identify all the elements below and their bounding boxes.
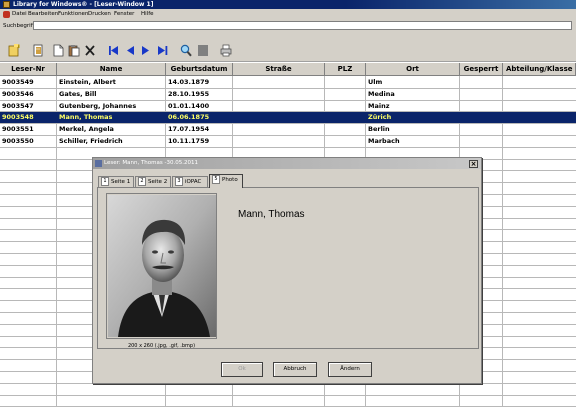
table-row[interactable]: 9003549 Einstein, Albert 14.03.1879 Ulm (0, 77, 576, 88)
column-header-name[interactable]: Name (57, 63, 166, 76)
table-cell: 9003549 (2, 78, 34, 86)
dialog-title-bar[interactable]: Leser: Mann, Thomas -30.05.2011 × (93, 158, 481, 169)
table-cell: Einstein, Albert (59, 78, 116, 86)
tab-label: Photo (222, 177, 238, 183)
column-header-abteilung-klasse[interactable]: Abteilung/Klasse (503, 63, 576, 76)
page-icon[interactable] (52, 44, 64, 57)
table-cell: 06.06.1875 (168, 113, 210, 121)
tab-seite-2[interactable]: 2 Seite 2 (135, 176, 171, 187)
table-row[interactable]: 9003548 Mann, Thomas 06.06.1875 Zürich (0, 112, 576, 123)
tab-number: 3 (175, 177, 183, 186)
document-menu-icon[interactable] (3, 11, 10, 18)
table-cell: Mainz (368, 102, 390, 110)
tab-label: Seite 1 (111, 179, 131, 185)
column-header-geburtsdatum[interactable]: Geburtsdatum (166, 63, 233, 76)
menu-bar: Datei Bearbeiten Funktionen Drucken Fens… (0, 9, 576, 20)
menu-drucken[interactable]: Drucken (88, 9, 111, 20)
table-cell: Gates, Bill (59, 90, 97, 98)
person-name: Mann, Thomas (238, 209, 305, 220)
table-cell: Medina (368, 90, 395, 98)
table-cell: 9003551 (2, 125, 34, 133)
table-cell: 9003548 (2, 113, 34, 121)
table-cell: Merkel, Angela (59, 125, 114, 133)
table-cell: Gutenberg, Johannes (59, 102, 137, 110)
column-header-leser-nr[interactable]: Leser-Nr (0, 63, 57, 76)
first-record-icon[interactable] (107, 44, 119, 57)
reader-dialog: Leser: Mann, Thomas -30.05.2011 × 1 Seite… (92, 157, 482, 384)
column-header-plz[interactable]: PLZ (325, 63, 366, 76)
menu-funktionen[interactable]: Funktionen (58, 9, 88, 20)
table-row[interactable]: 9003551 Merkel, Angela 17.07.1954 Berlin (0, 124, 576, 135)
dialog-app-icon (95, 160, 102, 167)
delete-icon[interactable] (84, 44, 96, 57)
window-title-bar[interactable]: Library for Windows® - [Leser-Window 1] (0, 0, 576, 9)
photo-frame[interactable] (106, 193, 217, 339)
table-cell: Mann, Thomas (59, 113, 113, 121)
tab-label: Seite 2 (148, 179, 168, 185)
table-cell: Marbach (368, 137, 400, 145)
cancel-button[interactable]: Abbruch (273, 362, 317, 377)
table-cell: Ulm (368, 78, 383, 86)
tab-number: 5 (212, 175, 220, 184)
app-icon (3, 1, 10, 8)
table-cell: Berlin (368, 125, 390, 133)
column-header-gesperrt[interactable]: Gesperrt (460, 63, 503, 76)
table-cell: 10.11.1759 (168, 137, 210, 145)
table-row[interactable]: 9003546 Gates, Bill 28.10.1955 Medina (0, 89, 576, 100)
tab-number: 1 (101, 177, 109, 186)
table-cell: 9003546 (2, 90, 34, 98)
search-input[interactable] (33, 21, 572, 30)
window-title: Library for Windows® - [Leser-Window 1] (13, 1, 154, 8)
table-cell: 28.10.1955 (168, 90, 210, 98)
close-icon[interactable]: × (469, 160, 478, 168)
row-divider (0, 147, 576, 148)
table-cell: Zürich (368, 113, 392, 121)
tab-photo[interactable]: 5 Photo (209, 174, 243, 188)
search-label: Suchbegriff (3, 23, 35, 29)
paste-icon[interactable] (68, 44, 80, 57)
table-row[interactable]: 9003550 Schiller, Friedrich 10.11.1759 Marb… (0, 136, 576, 147)
table-cell: Schiller, Friedrich (59, 137, 123, 145)
table-cell: 01.01.1400 (168, 102, 210, 110)
next-record-icon[interactable] (140, 44, 152, 57)
tab-seite-1[interactable]: 1 Seite 1 (98, 176, 134, 187)
search-row: Suchbegriff (0, 20, 576, 32)
menu-bearbeiten[interactable]: Bearbeiten (28, 9, 58, 20)
change-button[interactable]: Ändern (328, 362, 372, 377)
table-cell: 9003547 (2, 102, 34, 110)
last-record-icon[interactable] (157, 44, 169, 57)
ok-button[interactable]: Ok (221, 362, 263, 377)
dialog-title: Leser: Mann, Thomas -30.05.2011 (104, 160, 198, 166)
menu-hilfe[interactable]: Hilfe (141, 9, 154, 20)
tab-number: 2 (138, 177, 146, 186)
tab-label: iOPAC (185, 179, 202, 185)
prev-record-icon[interactable] (124, 44, 136, 57)
table-cell: 9003550 (2, 137, 34, 145)
stop-icon[interactable] (197, 44, 209, 57)
search-icon[interactable] (180, 44, 192, 57)
column-header-ort[interactable]: Ort (366, 63, 460, 76)
reader-photo (108, 195, 216, 337)
row-divider (0, 395, 576, 396)
column-header-strasse[interactable]: Straße (233, 63, 325, 76)
new-icon[interactable] (8, 44, 20, 57)
menu-datei[interactable]: Datei (12, 9, 27, 20)
copy-icon[interactable] (32, 44, 44, 57)
print-icon[interactable] (220, 44, 232, 57)
photo-caption: 200 x 260 (.jpg, .gif, .bmp) (127, 343, 196, 349)
tab-iopac[interactable]: 3 iOPAC (172, 176, 208, 187)
toolbar (0, 32, 576, 62)
menu-fenster[interactable]: Fenster (114, 9, 134, 20)
table-cell: 14.03.1879 (168, 78, 210, 86)
table-row[interactable]: 9003547 Gutenberg, Johannes 01.01.1400 Main… (0, 101, 576, 112)
table-cell: 17.07.1954 (168, 125, 210, 133)
